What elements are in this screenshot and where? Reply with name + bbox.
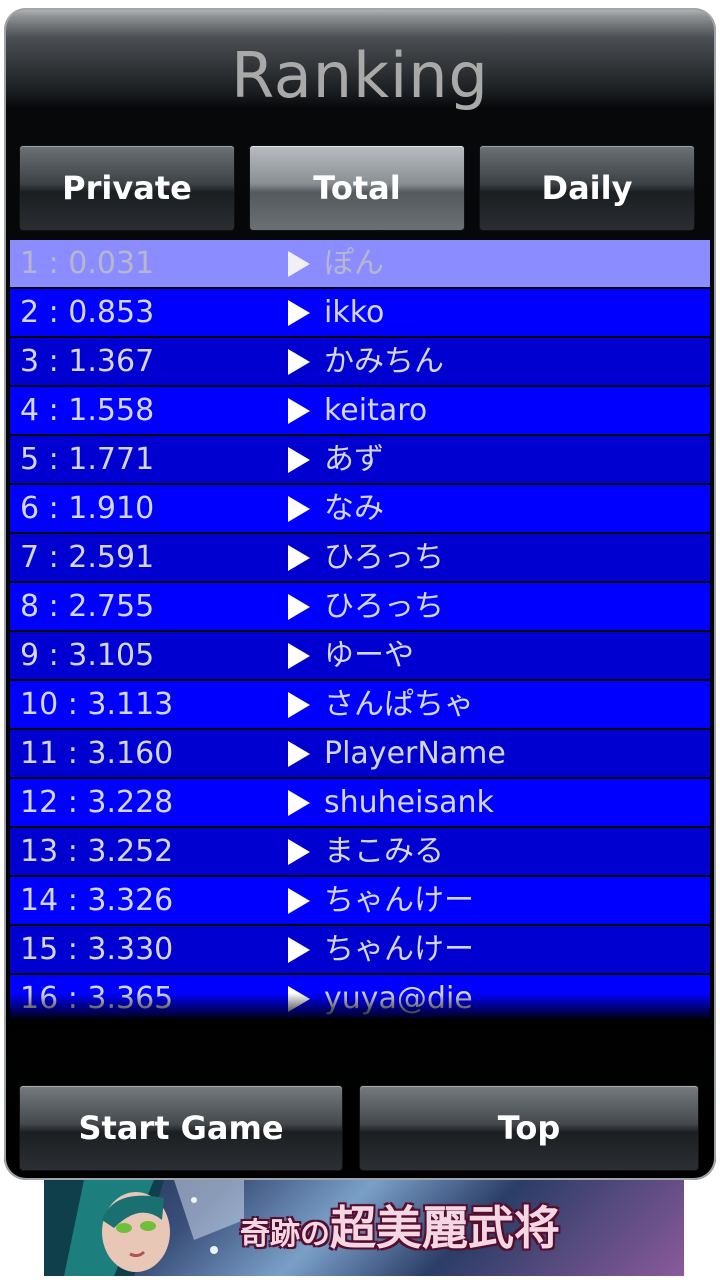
ranking-panel: Ranking Private Total Daily 1 : 0.031 ぽん 2… — [4, 8, 716, 1180]
ranking-row[interactable]: 7 : 2.591 ひろっち — [10, 534, 710, 581]
top-button[interactable]: Top — [360, 1086, 698, 1170]
play-icon[interactable] — [288, 888, 310, 914]
ranking-row[interactable]: 6 : 1.910 なみ — [10, 485, 710, 532]
rank-time: 1 : 0.031 — [20, 246, 155, 281]
play-icon[interactable] — [288, 447, 310, 473]
rank-time: 3 : 1.367 — [20, 344, 155, 379]
player-name: さんぱちゃ — [324, 687, 474, 722]
player-name: ちゃんけー — [324, 883, 474, 918]
rank-time: 11 : 3.160 — [20, 736, 174, 771]
ranking-row[interactable]: 1 : 0.031 ぽん — [10, 240, 710, 287]
ad-banner[interactable]: 奇跡の超美麗武将 — [44, 1180, 684, 1276]
ranking-list[interactable]: 1 : 0.031 ぽん 2 : 0.853 ikko 3 : 1.367 かみちん 4 :… — [10, 240, 710, 1018]
rank-time: 4 : 1.558 — [20, 393, 155, 428]
rank-time: 6 : 1.910 — [20, 491, 155, 526]
player-name: あず — [324, 442, 384, 477]
ranking-row[interactable]: 2 : 0.853 ikko — [10, 289, 710, 336]
play-icon[interactable] — [288, 986, 310, 1012]
player-name: ぽん — [324, 246, 384, 281]
player-name: なみ — [324, 491, 384, 526]
top-label: Top — [497, 1109, 561, 1147]
ad-text-main: 超美麗武将 — [330, 1201, 560, 1255]
player-name: ひろっち — [324, 540, 444, 575]
ranking-row[interactable]: 15 : 3.330 ちゃんけー — [10, 926, 710, 973]
ranking-row[interactable]: 9 : 3.105 ゆーや — [10, 632, 710, 679]
tab-daily[interactable]: Daily — [480, 146, 694, 230]
rank-time: 12 : 3.228 — [20, 785, 174, 820]
ranking-row[interactable]: 4 : 1.558 keitaro — [10, 387, 710, 434]
rank-time: 13 : 3.252 — [20, 834, 174, 869]
ranking-row[interactable]: 8 : 2.755 ひろっち — [10, 583, 710, 630]
ad-text-prefix: 奇跡の — [240, 1217, 330, 1252]
rank-time: 15 : 3.330 — [20, 932, 174, 967]
start-game-button[interactable]: Start Game — [20, 1086, 342, 1170]
play-icon[interactable] — [288, 790, 310, 816]
play-icon[interactable] — [288, 349, 310, 375]
rank-time: 7 : 2.591 — [20, 540, 155, 575]
tab-daily-label: Daily — [541, 169, 633, 207]
player-name: keitaro — [324, 393, 428, 428]
start-game-label: Start Game — [78, 1109, 284, 1147]
play-icon[interactable] — [288, 741, 310, 767]
rank-time: 16 : 3.365 — [20, 981, 174, 1016]
character-illustration — [44, 1180, 244, 1276]
play-icon[interactable] — [288, 300, 310, 326]
ranking-row[interactable]: 12 : 3.228 shuheisank — [10, 779, 710, 826]
ad-text: 奇跡の超美麗武将 — [240, 1186, 676, 1270]
rank-time: 9 : 3.105 — [20, 638, 155, 673]
ranking-row[interactable]: 14 : 3.326 ちゃんけー — [10, 877, 710, 924]
player-name: ikko — [324, 295, 385, 330]
player-name: PlayerName — [324, 736, 506, 771]
player-name: ゆーや — [324, 638, 414, 673]
play-icon[interactable] — [288, 251, 310, 277]
rank-time: 5 : 1.771 — [20, 442, 155, 477]
rank-time: 8 : 2.755 — [20, 589, 155, 624]
ranking-row[interactable]: 10 : 3.113 さんぱちゃ — [10, 681, 710, 728]
player-name: yuya@die — [324, 981, 473, 1016]
ranking-row[interactable]: 5 : 1.771 あず — [10, 436, 710, 483]
tab-total-label: Total — [313, 169, 401, 207]
player-name: shuheisank — [324, 785, 494, 820]
play-icon[interactable] — [288, 398, 310, 424]
play-icon[interactable] — [288, 594, 310, 620]
player-name: かみちん — [324, 344, 444, 379]
play-icon[interactable] — [288, 545, 310, 571]
page-title: Ranking — [231, 39, 489, 112]
player-name: まこみる — [324, 834, 444, 869]
tab-total[interactable]: Total — [250, 146, 464, 230]
rank-time: 10 : 3.113 — [20, 687, 174, 722]
play-icon[interactable] — [288, 839, 310, 865]
play-icon[interactable] — [288, 643, 310, 669]
ranking-row[interactable]: 13 : 3.252 まこみる — [10, 828, 710, 875]
tab-private[interactable]: Private — [20, 146, 234, 230]
player-name: ひろっち — [324, 589, 444, 624]
player-name: ちゃんけー — [324, 932, 474, 967]
rank-time: 2 : 0.853 — [20, 295, 155, 330]
tab-private-label: Private — [62, 169, 192, 207]
ranking-row[interactable]: 3 : 1.367 かみちん — [10, 338, 710, 385]
play-icon[interactable] — [288, 937, 310, 963]
play-icon[interactable] — [288, 692, 310, 718]
play-icon[interactable] — [288, 496, 310, 522]
ranking-row[interactable]: 16 : 3.365 yuya@die — [10, 975, 710, 1018]
ranking-row[interactable]: 11 : 3.160 PlayerName — [10, 730, 710, 777]
rank-time: 14 : 3.326 — [20, 883, 174, 918]
